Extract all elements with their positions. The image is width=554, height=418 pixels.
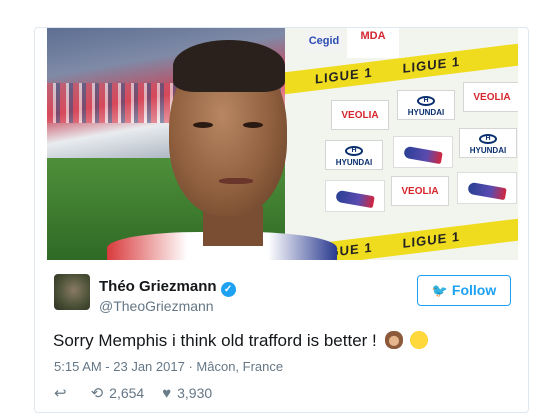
meta-separator: · [188, 359, 193, 374]
veolia-logo: VEOLIA [331, 100, 389, 130]
veolia-logo: VEOLIA [391, 176, 449, 206]
follow-label: Follow [451, 282, 497, 298]
tweet-location[interactable]: Mâcon, France [196, 359, 283, 374]
follow-button[interactable]: 🐦 Follow [417, 275, 511, 306]
hyundai-logo: H HYUNDAI [397, 90, 455, 120]
author-avatar[interactable] [54, 274, 90, 310]
author-name-text[interactable]: Théo Griezmann [99, 278, 217, 295]
player-hair [173, 40, 285, 92]
adidas-boot-ad [457, 172, 517, 204]
twitter-bird-icon: 🐦 [431, 283, 448, 298]
reply-button[interactable]: ↩ [54, 384, 73, 402]
adidas-boot-ad [325, 180, 385, 212]
like-button[interactable]: ♥ 3,930 [162, 385, 212, 402]
verified-check-icon: ✓ [220, 282, 236, 297]
see-no-evil-monkey-icon [384, 331, 403, 349]
retweet-icon: ⟲ [90, 385, 104, 402]
heart-icon: ♥ [162, 384, 172, 402]
author-name[interactable]: Théo Griezmann ✓ [99, 278, 236, 297]
player-eye [243, 122, 263, 128]
tweet-actions: ↩ ⟲ 2,654 ♥ 3,930 [54, 384, 230, 403]
tweet-text-body: Sorry Memphis i think old trafford is be… [53, 331, 377, 350]
author-handle[interactable]: @TheoGriezmann [99, 298, 214, 314]
tweet-meta: 5:15 AM - 23 Jan 2017 · Mâcon, France [54, 359, 283, 374]
adidas-boot-ad [393, 136, 453, 168]
retweet-button[interactable]: ⟲ 2,654 [91, 384, 145, 402]
player-eye [193, 122, 213, 128]
tweet-timestamp[interactable]: 5:15 AM - 23 Jan 2017 [54, 359, 185, 374]
sponsor-backdrop: LIGUE 1 LIGUE 1 VEOLIA H HYUNDAI VEOLIA HH… [285, 28, 518, 260]
veolia-logo: VEOLIA [463, 82, 518, 112]
player-mouth [219, 178, 253, 184]
retweet-count: 2,654 [109, 385, 145, 401]
reply-icon: ↩ [54, 385, 67, 402]
like-count: 3,930 [177, 385, 213, 401]
mda-logo: MDA [347, 28, 399, 58]
tweet-text: Sorry Memphis i think old trafford is be… [53, 331, 429, 351]
embedded-tweet-card: LIGUE 1 LIGUE 1 VEOLIA H HYUNDAI VEOLIA HH… [34, 27, 529, 413]
interviewed-player [107, 36, 337, 260]
hyundai-logo: H HYUNDAI [325, 140, 383, 170]
hyundai-logo: H HYUNDAI [459, 128, 517, 158]
tweet-photo[interactable]: LIGUE 1 LIGUE 1 VEOLIA H HYUNDAI VEOLIA HH… [47, 28, 518, 260]
face-with-rolling-eyes-icon [410, 331, 429, 349]
